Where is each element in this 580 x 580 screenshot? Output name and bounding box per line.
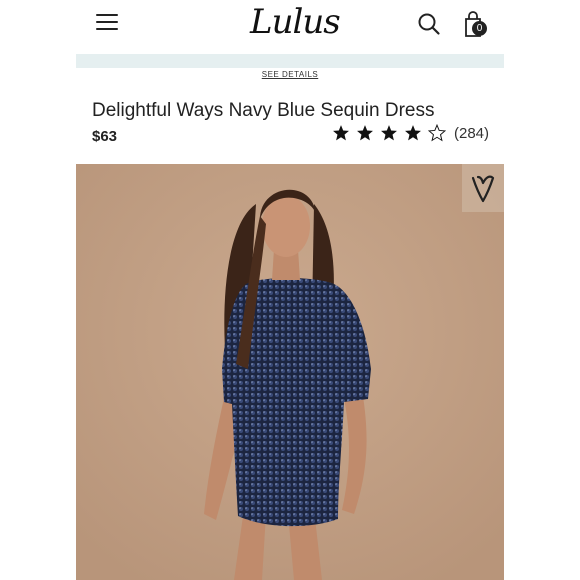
menu-icon-line (96, 21, 118, 23)
model-in-sequin-dress-illustration (76, 164, 504, 580)
star-empty-icon (428, 124, 446, 142)
wishlist-button[interactable] (462, 164, 504, 212)
star-filled-icon (405, 125, 421, 141)
menu-button[interactable] (96, 14, 118, 32)
search-icon (418, 13, 440, 35)
wishlist-heart-icon (471, 175, 495, 203)
star-filled-icon (333, 125, 349, 141)
search-button[interactable] (417, 12, 441, 36)
site-logo[interactable]: Lulus (250, 2, 341, 42)
review-count[interactable]: (284) (454, 125, 489, 142)
product-title: Delightful Ways Navy Blue Sequin Dress (92, 100, 435, 121)
see-details-link[interactable]: SEE DETAILS (0, 70, 580, 79)
star-filled-icon (381, 125, 397, 141)
product-photo[interactable] (76, 164, 504, 580)
product-rating[interactable]: (284) (332, 124, 489, 142)
menu-icon-line (96, 14, 118, 16)
promo-banner[interactable] (76, 54, 504, 68)
bag-count-badge: 0 (472, 21, 487, 36)
product-price: $63 (92, 128, 118, 145)
star-filled-icon (357, 125, 373, 141)
site-header: Lulus 0 (0, 0, 580, 50)
menu-icon-line (96, 28, 118, 30)
